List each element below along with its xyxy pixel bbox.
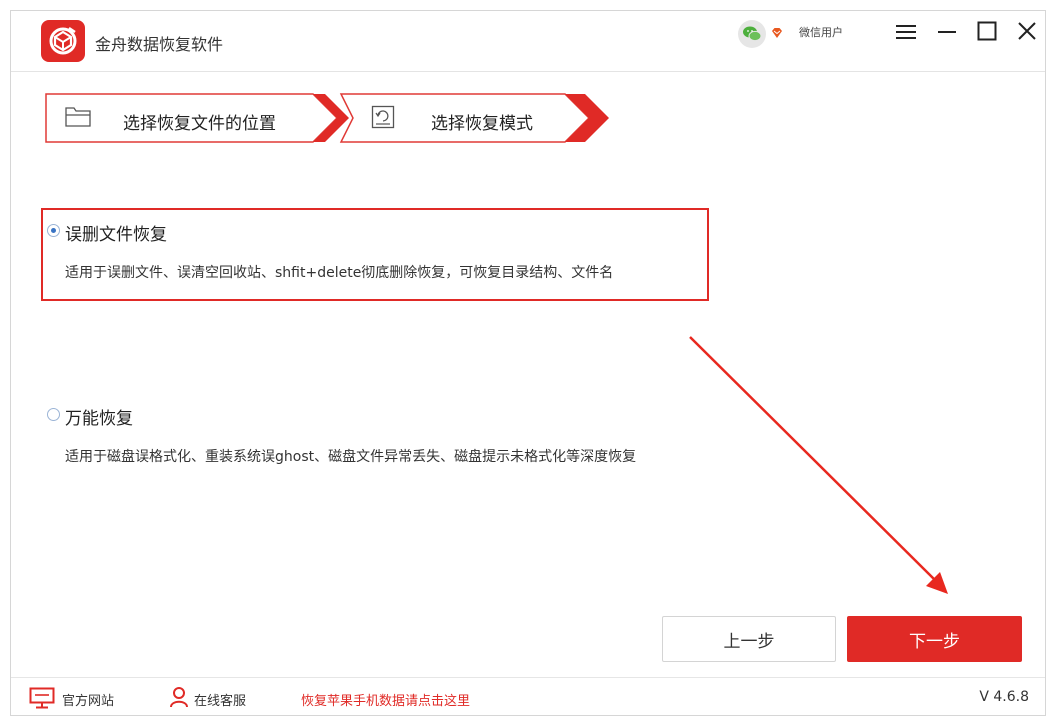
official-website-link[interactable]: 官方网站 [62, 690, 114, 709]
folder-icon [65, 105, 91, 127]
title-bar: 金舟数据恢复软件 微信用户 [11, 11, 1045, 72]
close-icon[interactable] [1017, 21, 1037, 41]
wechat-avatar-icon[interactable] [738, 20, 766, 48]
footer-bar: 官方网站 在线客服 恢复苹果手机数据请点击这里 V 4.6.8 [11, 677, 1045, 717]
app-window: 金舟数据恢复软件 微信用户 选择恢复文件的位置 选择恢复模式 误删文件恢复 适用… [10, 10, 1046, 716]
option-2-desc: 适用于磁盘误格式化、重装系统误ghost、磁盘文件异常丢失、磁盘提示未格式化等深… [65, 449, 637, 465]
iphone-recovery-link[interactable]: 恢复苹果手机数据请点击这里 [301, 690, 470, 709]
restore-mode-icon [371, 105, 395, 129]
app-logo-icon [41, 20, 85, 62]
prev-step-button[interactable]: 上一步 [662, 616, 836, 662]
step-2-label: 选择恢复模式 [431, 114, 533, 134]
menu-icon[interactable] [895, 23, 917, 41]
maximize-icon[interactable] [977, 21, 997, 41]
version-label: V 4.6.8 [979, 689, 1029, 705]
customer-service-icon[interactable] [169, 686, 189, 708]
online-service-link[interactable]: 在线客服 [194, 690, 246, 709]
option-2-title[interactable]: 万能恢复 [65, 404, 133, 429]
radio-deleted-file-recovery[interactable] [47, 224, 60, 237]
option-1-desc: 适用于误删文件、误清空回收站、shfit+delete彻底删除恢复，可恢复目录结… [65, 265, 614, 281]
step-1-label: 选择恢复文件的位置 [123, 114, 276, 134]
monitor-icon[interactable] [29, 687, 55, 709]
step-breadcrumb: 选择恢复文件的位置 选择恢复模式 [45, 93, 645, 143]
radio-universal-recovery[interactable] [47, 408, 60, 421]
user-name[interactable]: 微信用户 [799, 24, 843, 40]
next-step-button[interactable]: 下一步 [847, 616, 1022, 662]
option-1-title[interactable]: 误删文件恢复 [65, 220, 167, 245]
minimize-icon[interactable] [937, 23, 957, 41]
vip-diamond-icon [771, 24, 783, 38]
app-title: 金舟数据恢复软件 [95, 35, 224, 54]
